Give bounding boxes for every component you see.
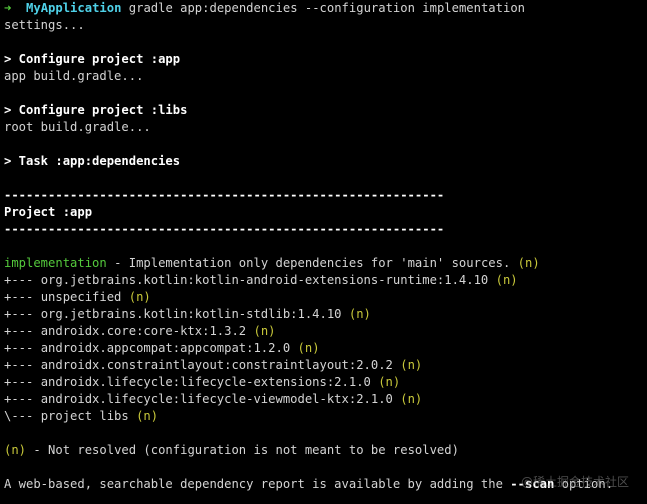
- not-resolved-marker: (n): [297, 341, 320, 355]
- configuration-name: implementation: [4, 256, 107, 270]
- dependency-name: unspecified: [40, 290, 122, 304]
- configuration-line: implementation - Implementation only dep…: [4, 255, 647, 272]
- not-resolved-marker: (n): [378, 375, 401, 389]
- not-resolved-marker: (n): [495, 273, 518, 287]
- output-app-build: app build.gradle...: [4, 69, 144, 83]
- dependency-row: +--- org.jetbrains.kotlin:kotlin-android…: [4, 272, 647, 289]
- separator-bottom: ----------------------------------------…: [4, 222, 445, 236]
- dependency-row: +--- androidx.appcompat:appcompat:1.2.0 …: [4, 340, 647, 357]
- dependency-row: +--- androidx.lifecycle:lifecycle-viewmo…: [4, 391, 647, 408]
- project-title: Project :app: [4, 205, 93, 219]
- output-root-build: root build.gradle...: [4, 120, 151, 134]
- dependency-name: project libs: [40, 409, 129, 423]
- tree-branch: +---: [4, 392, 41, 406]
- dependency-row: +--- org.jetbrains.kotlin:kotlin-stdlib:…: [4, 306, 647, 323]
- dependency-row: +--- androidx.lifecycle:lifecycle-extens…: [4, 374, 647, 391]
- prompt-line: ➜ MyApplication gradle app:dependencies …: [4, 0, 647, 17]
- tree-branch: +---: [4, 341, 41, 355]
- dependency-name: androidx.appcompat:appcompat:1.2.0: [40, 341, 291, 355]
- not-resolved-marker: (n): [400, 358, 423, 372]
- legend-marker: (n): [4, 443, 27, 457]
- output-configure-app: > Configure project :app: [4, 52, 181, 66]
- output-settings: settings...: [4, 18, 85, 32]
- dependency-name: androidx.lifecycle:lifecycle-extensions:…: [40, 375, 371, 389]
- legend-text: - Not resolved (configuration is not mea…: [26, 443, 459, 457]
- dependency-name: org.jetbrains.kotlin:kotlin-android-exte…: [40, 273, 489, 287]
- dependency-name: androidx.core:core-ktx:1.3.2: [40, 324, 247, 338]
- dependency-row: +--- androidx.constraintlayout:constrain…: [4, 357, 647, 374]
- dependency-name: androidx.constraintlayout:constraintlayo…: [40, 358, 393, 372]
- prompt-directory: MyApplication: [26, 1, 122, 15]
- footer-text-before: A web-based, searchable dependency repor…: [4, 477, 511, 491]
- terminal-output: ➜ MyApplication gradle app:dependencies …: [4, 0, 647, 493]
- not-resolved-marker: (n): [136, 409, 159, 423]
- prompt-arrow-icon: ➜: [4, 1, 12, 15]
- not-resolved-marker: (n): [348, 307, 371, 321]
- configuration-marker: (n): [517, 256, 540, 270]
- legend-line: (n) - Not resolved (configuration is not…: [4, 442, 647, 459]
- dependency-row: +--- unspecified (n): [4, 289, 647, 306]
- dependency-name: org.jetbrains.kotlin:kotlin-stdlib:1.4.1…: [40, 307, 342, 321]
- dependency-row: +--- androidx.core:core-ktx:1.3.2 (n): [4, 323, 647, 340]
- tree-branch: +---: [4, 290, 41, 304]
- dependency-list: +--- org.jetbrains.kotlin:kotlin-android…: [4, 272, 647, 425]
- dependency-row: \--- project libs (n): [4, 408, 647, 425]
- tree-branch: +---: [4, 307, 41, 321]
- watermark: @稀土掘金技术社区: [520, 475, 629, 489]
- tree-branch: +---: [4, 358, 41, 372]
- not-resolved-marker: (n): [128, 290, 151, 304]
- not-resolved-marker: (n): [400, 392, 423, 406]
- tree-branch: +---: [4, 273, 41, 287]
- not-resolved-marker: (n): [253, 324, 276, 338]
- tree-branch: +---: [4, 324, 41, 338]
- tree-branch: +---: [4, 375, 41, 389]
- dependency-name: androidx.lifecycle:lifecycle-viewmodel-k…: [40, 392, 393, 406]
- tree-branch: \---: [4, 409, 41, 423]
- configuration-description: - Implementation only dependencies for '…: [106, 256, 518, 270]
- separator-top: ----------------------------------------…: [4, 188, 445, 202]
- prompt-command: gradle app:dependencies --configuration …: [128, 1, 525, 15]
- output-task: > Task :app:dependencies: [4, 154, 181, 168]
- output-configure-libs: > Configure project :libs: [4, 103, 188, 117]
